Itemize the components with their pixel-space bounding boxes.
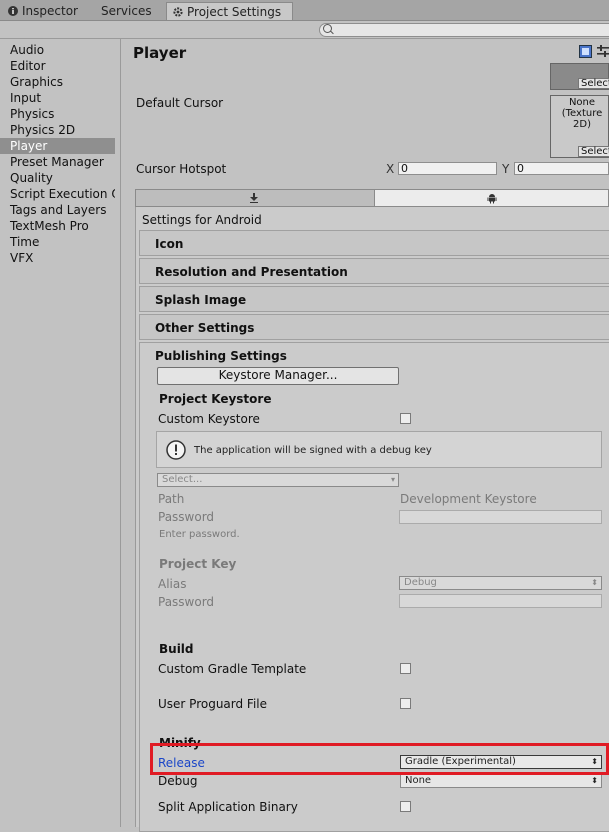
- hotspot-x-field[interactable]: 0: [398, 162, 497, 175]
- tab-inspector[interactable]: Inspector: [2, 2, 86, 20]
- user-proguard-label: User Proguard File: [158, 697, 268, 711]
- sidebar-item-physics[interactable]: Physics: [0, 106, 115, 122]
- sidebar-item-input[interactable]: Input: [0, 90, 115, 106]
- user-proguard-checkbox[interactable]: [400, 698, 411, 709]
- preset-sliders-icon[interactable]: [597, 45, 609, 58]
- section-title: Icon: [155, 237, 184, 251]
- sidebar-item-quality[interactable]: Quality: [0, 170, 115, 186]
- section-title[interactable]: Publishing Settings: [155, 349, 287, 363]
- alias-dropdown[interactable]: Debug ⬍: [399, 576, 602, 590]
- tab-services[interactable]: Services: [95, 2, 160, 20]
- tab-label: Project Settings: [187, 5, 282, 19]
- path-label: Path: [158, 492, 185, 506]
- platform-tabs: [135, 189, 609, 207]
- select-button[interactable]: Select: [578, 146, 609, 157]
- cursor-texture-field[interactable]: None (Texture 2D) Select: [550, 95, 609, 158]
- tab-label: Inspector: [22, 4, 78, 18]
- sidebar-item-player[interactable]: Player: [0, 138, 115, 154]
- sidebar-item-physics-2d[interactable]: Physics 2D: [0, 122, 115, 138]
- dropdown-value: Select...: [162, 474, 203, 485]
- debug-minify-dropdown[interactable]: None ⬍: [400, 774, 602, 788]
- password-label: Password: [158, 510, 215, 524]
- sidebar-item-graphics[interactable]: Graphics: [0, 74, 115, 90]
- sidebar-item-editor[interactable]: Editor: [0, 58, 115, 74]
- hotspot-y-label: Y: [502, 162, 510, 176]
- gear-icon: [173, 7, 183, 17]
- search-toolbar: [0, 21, 609, 39]
- debug-label: Debug: [158, 774, 198, 788]
- custom-keystore-checkbox[interactable]: [400, 413, 411, 424]
- custom-gradle-label: Custom Gradle Template: [158, 662, 307, 676]
- sidebar-item-preset-manager[interactable]: Preset Manager: [0, 154, 115, 170]
- hotspot-y-field[interactable]: 0: [514, 162, 609, 175]
- keystore-password-field[interactable]: [399, 510, 602, 524]
- section-resolution[interactable]: Resolution and Presentation: [139, 258, 609, 284]
- debug-key-message: The application will be signed with a de…: [194, 445, 432, 456]
- page-title: Player: [133, 44, 187, 62]
- dropdown-arrow-icon: ⬍: [591, 578, 598, 587]
- section-title: Other Settings: [155, 321, 255, 335]
- tab-bar: Inspector Services Project Settings: [0, 0, 609, 21]
- dropdown-value: None: [405, 775, 432, 786]
- sidebar-item-time[interactable]: Time: [0, 234, 115, 250]
- debug-key-info-box: The application will be signed with a de…: [156, 431, 602, 468]
- hotspot-x-label: X: [386, 162, 395, 176]
- sidebar-item-tags-and-layers[interactable]: Tags and Layers: [0, 202, 115, 218]
- build-heading: Build: [159, 642, 194, 656]
- help-book-icon[interactable]: [579, 45, 592, 58]
- split-binary-label: Split Application Binary: [158, 800, 298, 814]
- path-value: Development Keystore: [400, 492, 537, 506]
- keystore-select-dropdown[interactable]: Select... ▾: [157, 473, 399, 487]
- dropdown-value: Debug: [404, 577, 437, 588]
- tab-label: Services: [101, 4, 152, 18]
- section-other-settings[interactable]: Other Settings: [139, 314, 609, 340]
- custom-gradle-checkbox[interactable]: [400, 663, 411, 674]
- search-input[interactable]: [319, 23, 609, 37]
- tab-standalone[interactable]: [135, 189, 375, 207]
- custom-keystore-label: Custom Keystore: [158, 412, 260, 426]
- settings-for-android: Settings for Android: [142, 213, 262, 227]
- cursor-texture-thumb-top[interactable]: Select: [550, 63, 609, 90]
- default-cursor-label: Default Cursor: [136, 96, 224, 110]
- section-title: Resolution and Presentation: [155, 265, 348, 279]
- alias-label: Alias: [158, 577, 187, 591]
- key-password-label: Password: [158, 595, 215, 609]
- dropdown-arrow-icon: ⬍: [591, 776, 598, 785]
- sidebar-item-textmesh-pro[interactable]: TextMesh Pro: [0, 218, 115, 234]
- project-keystore-heading: Project Keystore: [159, 392, 272, 406]
- download-icon: [250, 193, 258, 203]
- enter-password-hint: Enter password.: [159, 529, 240, 540]
- info-icon: [166, 440, 186, 460]
- section-splash-image[interactable]: Splash Image: [139, 286, 609, 312]
- tab-android[interactable]: [374, 189, 609, 207]
- section-icon[interactable]: Icon: [139, 230, 609, 256]
- project-key-heading: Project Key: [159, 557, 237, 571]
- cursor-texture-none: None (Texture 2D): [561, 97, 603, 130]
- cursor-hotspot-label: Cursor Hotspot: [136, 162, 227, 176]
- dropdown-arrow-icon: ▾: [390, 475, 395, 484]
- tab-project-settings[interactable]: Project Settings: [166, 2, 293, 20]
- highlight-box: [150, 743, 609, 775]
- info-icon: [8, 6, 18, 16]
- settings-sidebar: Audio Editor Graphics Input Physics Phys…: [0, 39, 121, 827]
- sidebar-item-vfx[interactable]: VFX: [0, 250, 115, 266]
- key-password-field[interactable]: [399, 594, 602, 608]
- sidebar-item-script-execution[interactable]: Script Execution O: [0, 186, 115, 202]
- android-icon: [487, 194, 497, 204]
- section-title: Splash Image: [155, 293, 247, 307]
- search-icon: [323, 24, 332, 33]
- sidebar-item-audio[interactable]: Audio: [0, 42, 115, 58]
- select-button[interactable]: Select: [578, 78, 609, 89]
- split-binary-checkbox[interactable]: [400, 801, 411, 812]
- keystore-manager-button[interactable]: Keystore Manager...: [157, 367, 399, 385]
